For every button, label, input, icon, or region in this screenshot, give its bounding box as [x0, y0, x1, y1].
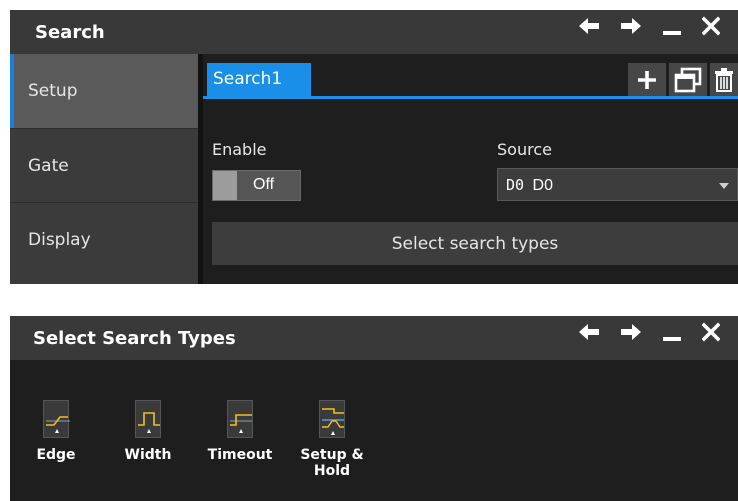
- search-type-label: Width: [124, 447, 172, 463]
- copy-icon: [674, 67, 702, 92]
- source-label: Source: [497, 140, 552, 159]
- select-search-types-button[interactable]: Select search types: [212, 222, 738, 265]
- search-titlebar: Search: [10, 10, 738, 54]
- dialog-title: Select Search Types: [33, 328, 236, 349]
- sidebar-item-label: Setup: [28, 81, 78, 101]
- copy-tab-button[interactable]: [669, 63, 707, 96]
- minimize-icon[interactable]: [662, 322, 682, 342]
- search-type-setup-hold[interactable]: Setup & Hold: [286, 400, 378, 479]
- add-tab-button[interactable]: [628, 63, 666, 96]
- close-icon[interactable]: [702, 322, 720, 342]
- source-select[interactable]: D0 D0: [497, 168, 738, 201]
- edge-icon: [43, 400, 70, 438]
- setup-hold-icon: [319, 400, 345, 438]
- search-type-timeout[interactable]: Timeout: [194, 400, 286, 479]
- dialog-title: Search: [35, 22, 105, 43]
- delete-tab-button[interactable]: [710, 63, 738, 96]
- sidebar-item-label: Gate: [28, 155, 69, 176]
- sidebar-item-display[interactable]: Display: [10, 202, 198, 276]
- trash-icon: [715, 67, 733, 92]
- sidebar-nav: Setup Gate Display: [10, 54, 198, 284]
- width-icon: [135, 400, 161, 438]
- toggle-state: Off: [253, 176, 275, 193]
- select-search-types-dialog: Select Search Types Edge Width Timeout S…: [10, 316, 738, 501]
- search-type-edge[interactable]: Edge: [10, 400, 102, 479]
- arrow-left-icon[interactable]: [578, 322, 600, 342]
- search-type-label: Setup & Hold: [300, 447, 364, 479]
- sidebar-item-gate[interactable]: Gate: [10, 128, 198, 202]
- plus-icon: [638, 70, 656, 89]
- close-icon[interactable]: [702, 16, 720, 36]
- toggle-knob: [213, 171, 237, 200]
- search-type-list: Edge Width Timeout Setup & Hold: [10, 400, 378, 479]
- sidebar-item-label: Display: [28, 229, 91, 250]
- tab-search1[interactable]: Search1: [207, 63, 311, 96]
- timeout-icon: [227, 400, 253, 438]
- minimize-icon[interactable]: [662, 16, 682, 36]
- source-prefix: D0: [506, 176, 525, 194]
- types-titlebar: Select Search Types: [10, 316, 738, 360]
- chevron-down-icon: [719, 183, 729, 189]
- enable-toggle[interactable]: Off: [212, 170, 301, 201]
- arrow-right-icon[interactable]: [620, 322, 642, 342]
- source-value: D0: [532, 177, 553, 194]
- setup-content: Search1 Enable Off Source D0 D0 Select s…: [198, 54, 738, 284]
- search-dialog: Search Setup Gate Display Search1 Enable…: [10, 10, 738, 284]
- search-type-label: Timeout: [207, 447, 273, 463]
- sidebar-item-setup[interactable]: Setup: [10, 54, 198, 128]
- search-type-width[interactable]: Width: [102, 400, 194, 479]
- search-type-label: Edge: [36, 447, 76, 463]
- enable-label: Enable: [212, 140, 267, 159]
- arrow-right-icon[interactable]: [620, 16, 642, 36]
- tab-bar: Search1: [203, 63, 738, 99]
- arrow-left-icon[interactable]: [578, 16, 600, 36]
